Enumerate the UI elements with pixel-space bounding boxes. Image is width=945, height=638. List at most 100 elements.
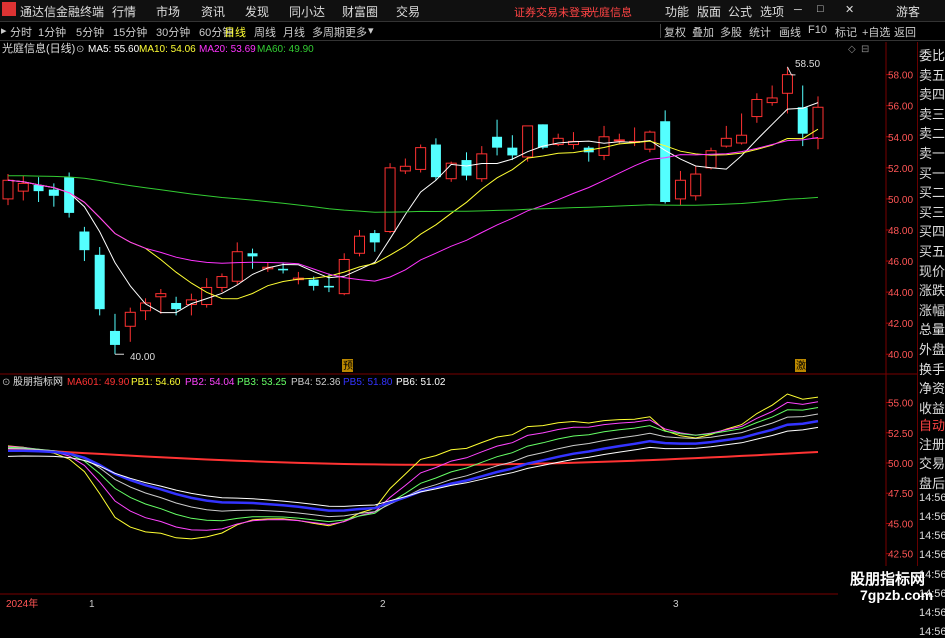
period-day[interactable]: 日线 [224, 24, 246, 40]
menu-zixun[interactable]: 资讯 [201, 3, 225, 20]
period-more[interactable]: 更多 [345, 24, 367, 40]
candle-body [522, 125, 534, 158]
candle-body [705, 150, 717, 169]
candle-body [690, 173, 702, 197]
period-1min[interactable]: 1分钟 [38, 24, 66, 40]
menu-faxian[interactable]: 发现 [245, 3, 269, 20]
period-toolbar: ▸ 分时 1分钟 5分钟 15分钟 30分钟 60分钟 日线 周线 月线 多周期… [0, 22, 945, 41]
x-axis-month-2: 2 [380, 599, 386, 609]
menu-shichang[interactable]: 市场 [156, 3, 180, 20]
period-5min[interactable]: 5分钟 [76, 24, 104, 40]
tool-biaoji[interactable]: 标记 [835, 24, 857, 40]
pb1-line [7, 393, 819, 540]
tool-huaxian[interactable]: 画线 [779, 24, 801, 40]
yu-marker: 预 [343, 360, 353, 372]
candle-body [124, 311, 136, 327]
panel-item[interactable]: 注册 [919, 434, 945, 453]
candle-body [216, 276, 228, 288]
period-month[interactable]: 月线 [283, 24, 305, 40]
panel-item: 卖一 [919, 146, 945, 161]
tool-fuquan[interactable]: 复权 [664, 24, 686, 40]
panel-item: 14:56 [919, 626, 945, 638]
high-price-label: 58.50 [795, 59, 820, 70]
menu-xuanxiang[interactable]: 选项 [760, 3, 784, 20]
pb1-label: PB1: 54.60 [131, 377, 181, 388]
ind-y-tick-label: 52.50 [888, 429, 913, 440]
tool-zixuan[interactable]: +自选 [862, 24, 890, 40]
period-multi[interactable]: 多周期 [312, 24, 345, 40]
minimize-icon[interactable]: ─ [794, 4, 802, 16]
pb6-label: PB6: 51.02 [396, 377, 446, 388]
candle-body [17, 182, 29, 192]
candle-body [109, 330, 120, 345]
candle-body [369, 233, 380, 243]
panel-item: 买五 [919, 244, 945, 259]
indicator-lines [7, 393, 819, 540]
ma601-label: MA601: 49.90 [67, 377, 130, 388]
candle-body [674, 179, 686, 200]
maximize-icon[interactable]: □ [817, 3, 824, 15]
period-30min[interactable]: 30分钟 [156, 24, 190, 40]
candle-body [94, 254, 105, 310]
tool-f10[interactable]: F10 [808, 24, 827, 36]
candle-body [720, 137, 732, 147]
chart-area[interactable]: 58.00 56.00 54.00 52.00 50.00 48.00 46.00 44.00… [0, 42, 945, 609]
period-fenshi[interactable]: 分时 [10, 24, 32, 40]
menu-tongxiaoda[interactable]: 同小达 [289, 3, 325, 20]
chart-title: 光庭信息(日线) [2, 42, 75, 55]
chart-grid [0, 42, 917, 595]
ma20-line [7, 137, 819, 282]
more-arrow-icon[interactable]: ▾ [368, 24, 374, 37]
period-15min[interactable]: 15分钟 [113, 24, 147, 40]
y-tick-label: 46.00 [888, 257, 913, 268]
panel-item: 总量 [919, 322, 945, 338]
x-axis-year: 2024年 [6, 597, 38, 609]
candle-body [354, 235, 366, 254]
candle-body [155, 293, 167, 298]
panel-item: 买三 [919, 204, 945, 220]
panel-item: 卖四 [919, 87, 945, 103]
panel-item: 收益 [919, 400, 945, 416]
y-tick-label: 40.00 [888, 350, 913, 361]
ma-settings-icon[interactable]: ⊙ [76, 44, 84, 55]
panel-item[interactable]: 自动 [919, 415, 945, 434]
menu-hangqing[interactable]: 行情 [112, 3, 136, 20]
candle-body [660, 121, 671, 203]
dropdown-arrow-icon[interactable]: ▸ [1, 24, 7, 37]
candle-body [812, 106, 824, 139]
login-status[interactable]: 证券交易未登录 [514, 4, 591, 20]
tool-diejia[interactable]: 叠加 [692, 24, 714, 40]
ma601-line [7, 447, 819, 466]
candlestick-group [2, 66, 824, 355]
close-icon[interactable]: ✕ [845, 3, 854, 16]
quote-side-panel: 委比 卖五 卖四 卖三 卖二 卖一 买一 买二 买三 买四 买五 现价 涨跌 涨幅 总量 外盘 换手 净资 收益 自动… [917, 42, 945, 638]
title-bar: 通达信金融终端 行情 市场 资讯 发现 同小达 财富圈 交易 证券交易未登录 光… [0, 0, 945, 22]
menu-caifuquan[interactable]: 财富圈 [342, 3, 378, 20]
candle-body [171, 302, 182, 310]
fold-icon[interactable]: ⊟ [861, 44, 869, 55]
panel-item: 换手 [919, 361, 945, 377]
candle-body [48, 189, 59, 196]
app-title: 通达信金融终端 [20, 5, 105, 19]
candle-body [598, 136, 610, 156]
menu-gongneng[interactable]: 功能 [665, 3, 689, 20]
menu-gongshi[interactable]: 公式 [728, 3, 752, 20]
menu-jiaoyi[interactable]: 交易 [396, 3, 420, 20]
y-tick-label: 42.00 [888, 319, 913, 330]
tool-tongji[interactable]: 统计 [749, 24, 771, 40]
guest-label[interactable]: 游客 [896, 3, 920, 20]
expand-icon[interactable]: ◇ [848, 44, 856, 55]
x-axis-month-3: 3 [673, 599, 679, 609]
indicator-settings-icon[interactable]: ⊙ [2, 377, 10, 388]
y-tick-label: 54.00 [888, 133, 913, 144]
panel-item[interactable]: 盘后 [919, 473, 945, 492]
pb3-label: PB3: 53.25 [237, 377, 287, 388]
tool-fanhui[interactable]: 返回 [894, 24, 916, 40]
candle-body [797, 107, 808, 134]
y-axis-labels: 58.00 56.00 54.00 52.00 50.00 48.00 46.00 44.00… [886, 71, 913, 591]
tool-duogu[interactable]: 多股 [720, 24, 742, 40]
menu-banmian[interactable]: 版面 [697, 3, 721, 20]
period-week[interactable]: 周线 [254, 24, 276, 40]
pb5-label: PB5: 51.80 [343, 377, 393, 388]
panel-item[interactable]: 交易 [919, 453, 945, 472]
